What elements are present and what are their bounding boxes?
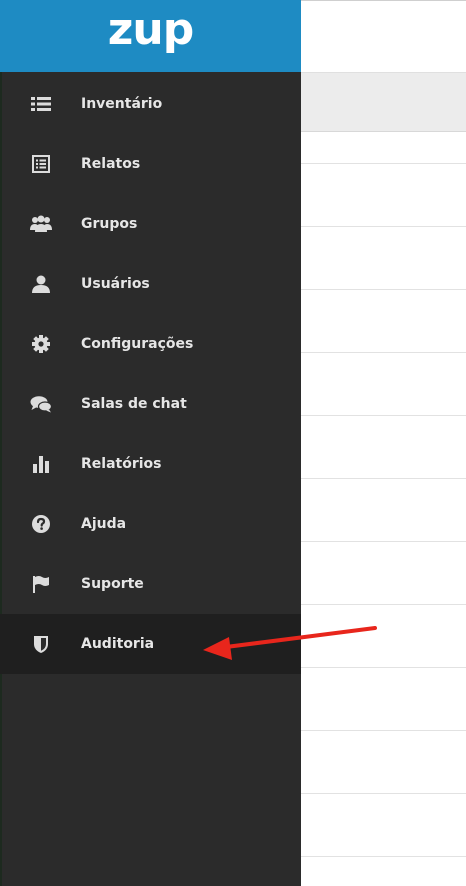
sidebar: zup Inventário Relatos Grupos Usuários C… (0, 0, 301, 886)
document-list-icon (30, 153, 52, 175)
background-row-divider (300, 352, 466, 353)
sidebar-item-relatos[interactable]: Relatos (0, 134, 301, 194)
sidebar-item-label: Relatórios (81, 456, 162, 472)
background-page (300, 0, 466, 886)
sidebar-item-configuracoes[interactable]: Configurações (0, 314, 301, 374)
sidebar-item-inventario[interactable]: Inventário (0, 74, 301, 134)
sidebar-item-relatorios[interactable]: Relatórios (0, 434, 301, 494)
sidebar-item-ajuda[interactable]: Ajuda (0, 494, 301, 554)
sidebar-item-auditoria[interactable]: Auditoria (0, 614, 301, 674)
sidebar-menu: Inventário Relatos Grupos Usuários Confi… (0, 74, 301, 674)
background-row-divider (300, 415, 466, 416)
background-table-header (300, 72, 466, 132)
sidebar-item-label: Auditoria (81, 636, 155, 652)
sidebar-item-label: Grupos (81, 216, 138, 232)
background-row-divider (300, 604, 466, 605)
background-row-divider (300, 541, 466, 542)
sidebar-item-salas-de-chat[interactable]: Salas de chat (0, 374, 301, 434)
gear-icon (30, 333, 52, 355)
question-circle-icon (30, 513, 52, 535)
background-row-divider (300, 478, 466, 479)
background-row-divider (300, 730, 466, 731)
sidebar-item-label: Inventário (81, 96, 163, 112)
list-icon (30, 93, 52, 115)
bar-chart-icon (30, 453, 52, 475)
background-row-divider (300, 226, 466, 227)
shield-icon (30, 633, 52, 655)
background-row-divider (300, 667, 466, 668)
sidebar-item-label: Suporte (81, 576, 144, 592)
sidebar-item-label: Usuários (81, 276, 150, 292)
background-row-divider (300, 793, 466, 794)
brand-header[interactable]: zup (0, 0, 301, 72)
background-topbar (300, 0, 466, 73)
background-row-divider (300, 289, 466, 290)
user-icon (30, 273, 52, 295)
brand-logo[interactable]: zup (108, 8, 194, 52)
sidebar-item-label: Salas de chat (81, 396, 187, 412)
users-group-icon (30, 213, 52, 235)
sidebar-item-grupos[interactable]: Grupos (0, 194, 301, 254)
background-row-divider (300, 856, 466, 857)
sidebar-item-label: Configurações (81, 336, 194, 352)
sidebar-item-label: Ajuda (81, 516, 127, 532)
sidebar-item-usuarios[interactable]: Usuários (0, 254, 301, 314)
flag-icon (30, 573, 52, 595)
sidebar-item-label: Relatos (81, 156, 141, 172)
chat-bubbles-icon (30, 393, 52, 415)
background-row-divider (300, 163, 466, 164)
sidebar-item-suporte[interactable]: Suporte (0, 554, 301, 614)
